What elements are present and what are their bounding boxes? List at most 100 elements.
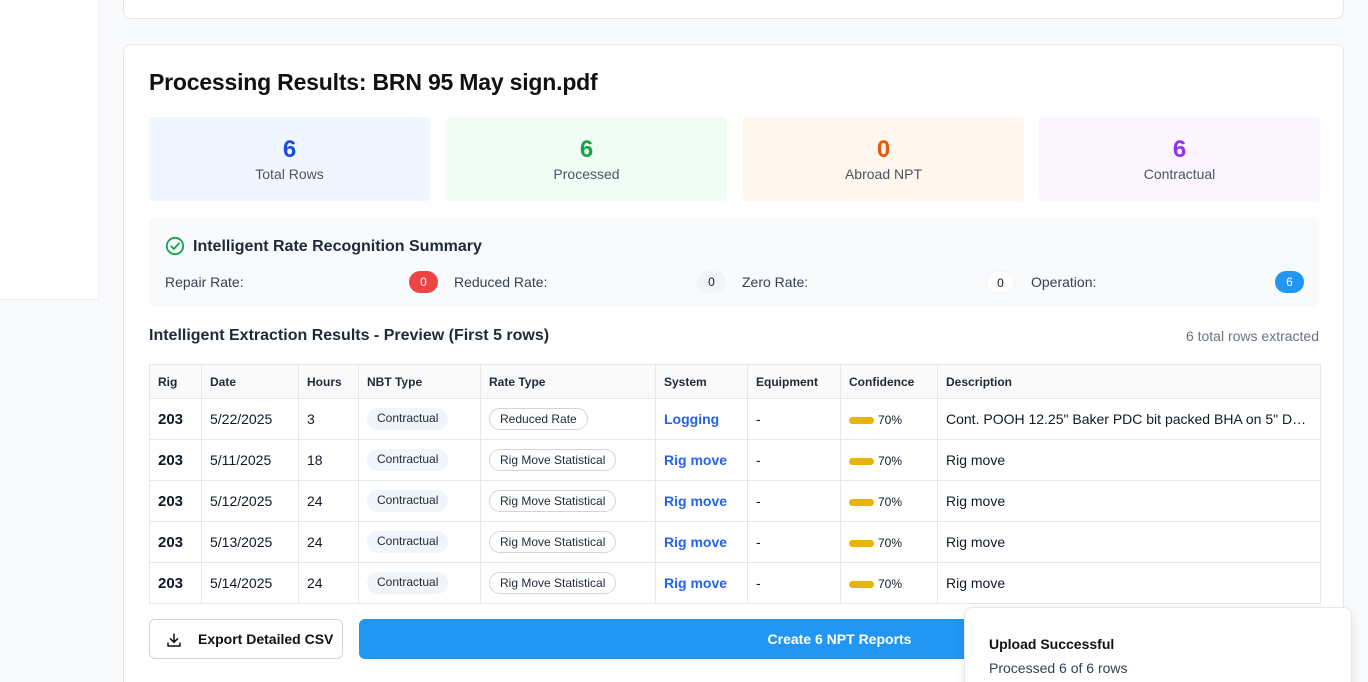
cell-nbt-type: Contractual [358,398,481,440]
cell-equipment: - [747,398,841,440]
stat-value: 6 [579,136,594,163]
rate-zero: Zero Rate: 0 [742,271,1015,293]
nbt-type-badge: Contractual [367,490,449,512]
stat-contractual: 6 Contractual [1039,117,1320,201]
rate-count-badge: 6 [1275,271,1304,293]
column-header-equipment[interactable]: Equipment [747,364,841,399]
cell-system: Rig move [655,521,748,563]
extraction-table: Rig Date Hours NBT Type Rate Type System… [149,364,1321,604]
cell-description: Cont. POOH 12.25" Baker PDC bit packed B… [937,398,1321,440]
confidence-value: 70% [878,495,903,510]
nbt-type-badge: Contractual [367,531,449,553]
summary-title: Intelligent Rate Recognition Summary [193,238,482,255]
cell-hours: 24 [298,480,359,522]
cell-confidence: 70% [840,562,938,604]
rate-label: Zero Rate: [742,274,809,290]
confidence-value: 70% [878,536,903,551]
extraction-title: Intelligent Extraction Results - Preview… [149,327,550,344]
cell-description: Rig move [937,439,1321,481]
stat-label: Total Rows [255,166,324,182]
stat-label: Contractual [1143,166,1216,182]
column-header-system[interactable]: System [655,364,748,399]
column-header-description[interactable]: Description [937,364,1321,399]
system-link[interactable]: Rig move [664,575,727,591]
system-link[interactable]: Rig move [664,534,727,550]
cell-confidence: 70% [840,480,938,522]
rate-type-badge: Rig Move Statistical [489,490,617,512]
rate-label: Operation: [1031,274,1097,290]
cell-date: 5/22/2025 [201,398,299,440]
table-row: 203 5/14/2025 24 Contractual Rig Move St… [149,562,1321,604]
system-link[interactable]: Rig move [664,493,727,509]
cell-rig: 203 [149,480,202,522]
stat-label: Processed [553,166,620,182]
cell-hours: 24 [298,521,359,563]
export-csv-label: Export Detailed CSV [198,631,334,647]
stat-processed: 6 Processed [446,117,727,201]
cell-rate-type: Rig Move Statistical [480,480,656,522]
cell-rate-type: Rig Move Statistical [480,439,656,481]
cell-equipment: - [747,439,841,481]
cell-rate-type: Reduced Rate [480,398,656,440]
cell-date: 5/14/2025 [201,562,299,604]
rate-recognition-summary: Intelligent Rate Recognition Summary Rep… [149,218,1319,307]
column-header-rate-type[interactable]: Rate Type [480,364,656,399]
table-header-row: Rig Date Hours NBT Type Rate Type System… [149,364,1321,399]
system-link[interactable]: Rig move [664,452,727,468]
rate-type-badge: Rig Move Statistical [489,572,617,594]
toast-description: Processed 6 of 6 rows [989,660,1128,676]
cell-nbt-type: Contractual [358,521,481,563]
column-header-hours[interactable]: Hours [298,364,359,399]
cell-system: Rig move [655,439,748,481]
rate-count-badge: 0 [697,271,726,293]
stat-value: 6 [1172,136,1187,163]
stat-abroad-npt: 0 Abroad NPT [743,117,1024,201]
stat-value: 6 [282,136,297,163]
column-header-date[interactable]: Date [201,364,299,399]
rate-repair: Repair Rate: 0 [165,271,438,293]
cell-equipment: - [747,480,841,522]
confidence-value: 70% [878,413,903,428]
cell-description: Rig move [937,480,1321,522]
table-row: 203 5/11/2025 18 Contractual Rig Move St… [149,439,1321,481]
cell-date: 5/12/2025 [201,480,299,522]
cell-date: 5/13/2025 [201,521,299,563]
system-link[interactable]: Logging [664,411,719,427]
column-header-rig[interactable]: Rig [149,364,202,399]
cell-date: 5/11/2025 [201,439,299,481]
cell-confidence: 70% [840,439,938,481]
confidence-value: 70% [878,577,903,592]
rate-count-badge: 0 [409,271,438,293]
confidence-bar [849,580,874,588]
rate-type-badge: Reduced Rate [489,408,588,430]
cell-nbt-type: Contractual [358,562,481,604]
cell-rate-type: Rig Move Statistical [480,562,656,604]
column-header-confidence[interactable]: Confidence [840,364,938,399]
check-circle-icon [165,236,185,256]
cell-description: Rig move [937,562,1321,604]
table-row: 203 5/12/2025 24 Contractual Rig Move St… [149,480,1321,522]
cell-system: Rig move [655,562,748,604]
confidence-bar [849,539,874,547]
table-row: 203 5/13/2025 24 Contractual Rig Move St… [149,521,1321,563]
rate-operation: Operation: 6 [1031,271,1304,293]
nbt-type-badge: Contractual [367,408,449,430]
cell-system: Logging [655,398,748,440]
table-row: 203 5/22/2025 3 Contractual Reduced Rate… [149,398,1321,440]
page-title: Processing Results: BRN 95 May sign.pdf [149,69,598,95]
export-csv-button[interactable]: Export Detailed CSV [149,619,343,659]
rate-reduced: Reduced Rate: 0 [454,271,726,293]
extraction-count: 6 total rows extracted [1185,328,1319,344]
column-header-nbt-type[interactable]: NBT Type [358,364,481,399]
cell-rig: 203 [149,398,202,440]
cell-rate-type: Rig Move Statistical [480,521,656,563]
cell-rig: 203 [149,439,202,481]
confidence-bar [849,457,874,465]
cell-confidence: 70% [840,398,938,440]
rate-label: Reduced Rate: [454,274,548,290]
cell-nbt-type: Contractual [358,480,481,522]
stat-value: 0 [876,136,891,163]
confidence-value: 70% [878,454,903,469]
cell-confidence: 70% [840,521,938,563]
cell-hours: 24 [298,562,359,604]
